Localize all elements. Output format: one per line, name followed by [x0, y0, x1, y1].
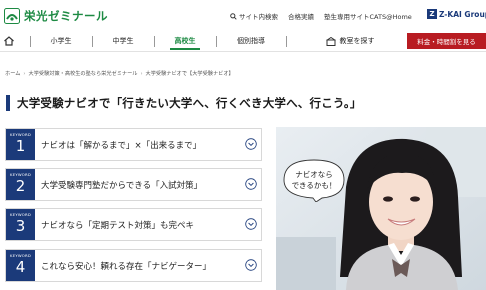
- keyword-card-text: ナビオなら「定期テスト対策」も完ペキ: [41, 220, 195, 231]
- breadcrumb-separator: ›: [140, 71, 143, 77]
- nav-active-indicator: [170, 48, 200, 50]
- keyword-badge: KEYWORD 1: [6, 129, 35, 160]
- keyword-card-text: ナビオは「解かるまで」×「出来るまで」: [41, 140, 202, 151]
- speech-bubble: ナビオなら できるかも！: [283, 159, 345, 202]
- top-links: サイト内検索 合格実績 塾生専用サイトCATS@Home: [230, 11, 412, 21]
- nav-item-label: 教室を探す: [339, 37, 375, 45]
- site-logo[interactable]: 栄光ゼミナール: [4, 7, 108, 25]
- breadcrumb: ホーム › 大学受験対策・高校生の塾なら栄光ゼミナール › 大学受験ナビオで【大学受験ナ…: [5, 70, 234, 77]
- keyword-badge-number: 2: [15, 177, 26, 195]
- keyword-card-2[interactable]: KEYWORD 2 大学受験専門塾だからできる「入試対策」: [5, 168, 262, 201]
- chevron-down-icon: [245, 218, 257, 230]
- chevron-down-icon: [245, 259, 257, 271]
- breadcrumb-separator: ›: [23, 71, 26, 77]
- student-photo: [276, 127, 486, 290]
- breadcrumb-home[interactable]: ホーム: [5, 71, 20, 77]
- nav-item-label: 小学生: [50, 37, 72, 45]
- nav-item-individual[interactable]: 個別指導: [216, 31, 286, 51]
- site-search-label: サイト内検索: [239, 13, 278, 21]
- nav-item-elementary[interactable]: 小学生: [30, 31, 92, 51]
- student-site-link[interactable]: 塾生専用サイトCATS@Home: [324, 11, 412, 21]
- results-label: 合格実績: [288, 13, 314, 21]
- student-site-label: 塾生専用サイトCATS@Home: [324, 13, 412, 21]
- zkai-mark-icon: Z: [427, 9, 437, 19]
- keyword-badge-number: 4: [15, 258, 26, 276]
- nav-item-label: 中学生: [112, 37, 134, 45]
- keyword-badge: KEYWORD 4: [6, 250, 35, 281]
- bubble-line-2: できるかも！: [292, 181, 337, 190]
- header-divider: [0, 51, 486, 52]
- bubble-line-1: ナビオなら: [295, 170, 333, 179]
- search-icon: [230, 12, 237, 20]
- headline-accent-bar: [6, 95, 10, 111]
- results-link[interactable]: 合格実績: [288, 11, 314, 21]
- keyword-badge-number: 3: [15, 217, 26, 235]
- zkai-group-logo[interactable]: Z Z-KAI Group: [427, 9, 486, 19]
- nav-item-find-school[interactable]: 教室を探す: [300, 31, 400, 51]
- logo-mark-icon: [4, 8, 20, 24]
- logo-text: 栄光ゼミナール: [24, 9, 108, 23]
- fees-schedule-label: 料金・時間割を見る: [417, 38, 476, 46]
- home-icon[interactable]: [3, 35, 15, 47]
- fees-schedule-button[interactable]: 料金・時間割を見る: [407, 33, 486, 49]
- keyword-card-1[interactable]: KEYWORD 1 ナビオは「解かるまで」×「出来るまで」: [5, 128, 262, 161]
- keyword-card-text: 大学受験専門塾だからできる「入試対策」: [41, 180, 203, 191]
- chevron-down-icon: [245, 178, 257, 190]
- keyword-badge-number: 1: [15, 137, 26, 155]
- nav-divider: [286, 36, 287, 47]
- keyword-badge: KEYWORD 2: [6, 169, 35, 200]
- nav-item-label: 高校生: [174, 37, 196, 45]
- breadcrumb-current: 大学受験ナビオで【大学受験ナビオ】: [145, 71, 234, 77]
- breadcrumb-item[interactable]: 大学受験対策・高校生の塾なら栄光ゼミナール: [29, 71, 138, 77]
- chevron-down-icon: [245, 138, 257, 150]
- keyword-badge: KEYWORD 3: [6, 209, 35, 240]
- nav-item-label: 個別指導: [237, 37, 265, 45]
- page-title: 大学受験ナビオで「行きたい大学へ、行くべき大学へ、行こう。」: [17, 96, 362, 110]
- keyword-card-3[interactable]: KEYWORD 3 ナビオなら「定期テスト対策」も完ペキ: [5, 208, 262, 241]
- keyword-card-4[interactable]: KEYWORD 4 これなら安心！頼れる存在「ナビゲーター」: [5, 249, 262, 282]
- site-search-link[interactable]: サイト内検索: [230, 11, 278, 21]
- zkai-group-text: Z-KAI Group: [439, 9, 486, 19]
- nav-item-junior-high[interactable]: 中学生: [92, 31, 154, 51]
- global-nav: 小学生 中学生 高校生 個別指導 教室を探す 料金・時間割を見る: [0, 31, 486, 51]
- school-icon: [325, 36, 336, 46]
- keyword-card-text: これなら安心！頼れる存在「ナビゲーター」: [41, 261, 212, 272]
